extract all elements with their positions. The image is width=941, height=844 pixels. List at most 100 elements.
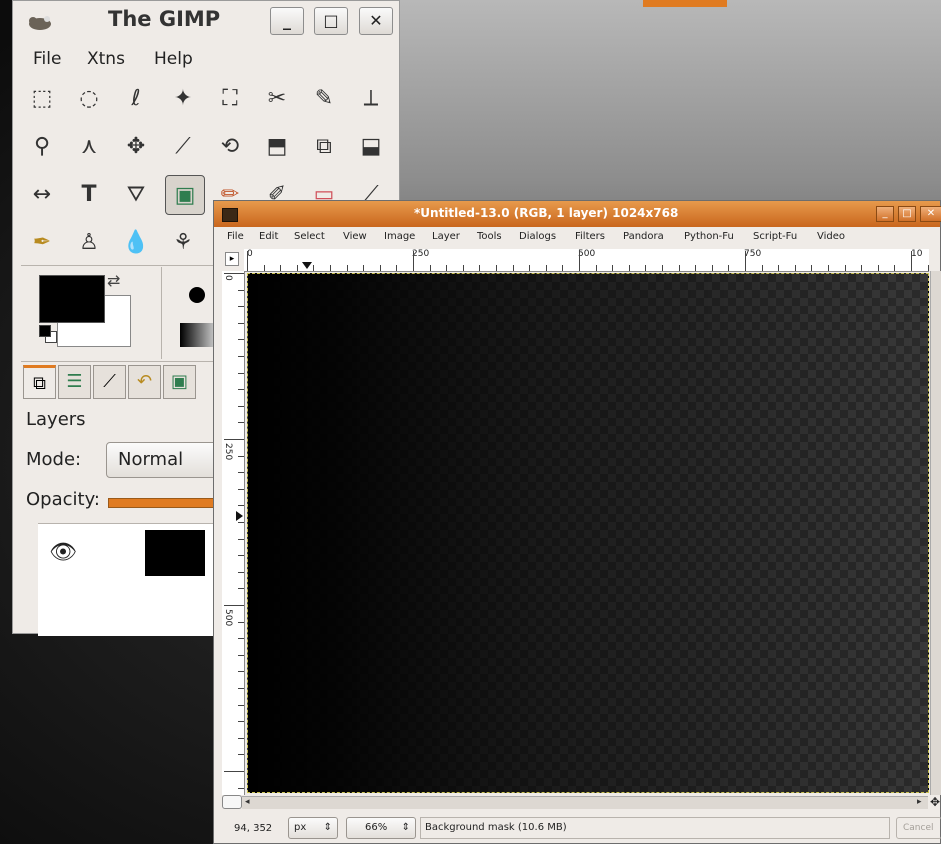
img-menu-dialogs[interactable]: Dialogs [519,231,556,242]
hruler-tick [313,265,315,271]
navigate-icon[interactable]: ✥ [930,795,941,809]
chevron-updown-icon: ⇕ [323,822,332,833]
tab-channels[interactable]: ☰ [58,365,91,399]
layer-thumbnail [145,530,205,576]
swap-colors-icon[interactable]: ⇄ [107,271,120,290]
img-menu-python-fu[interactable]: Python-Fu [684,231,734,242]
vruler-tick [238,638,244,640]
bucket-fill-tool-icon[interactable]: ⛛ [116,175,156,215]
move-tool-icon[interactable]: ✥ [116,127,156,167]
horizontal-ruler[interactable]: 0 250 500 750 10 [244,249,929,272]
img-menu-layer[interactable]: Layer [432,231,460,242]
blend-tool-icon[interactable]: ▣ [165,175,205,215]
vruler-tick [238,289,244,291]
flip-tool-icon[interactable]: ↔ [22,175,62,215]
hruler-tick [479,265,481,271]
shear-tool-icon[interactable]: ⧉ [304,127,344,167]
fuzzy-select-tool-icon[interactable]: ✦ [163,79,203,119]
menu-help[interactable]: Help [154,49,193,69]
img-menu-file[interactable]: File [227,231,244,242]
vertical-ruler[interactable]: 0 250 500 [222,271,245,795]
layer-row[interactable]: 👁 [38,524,238,580]
scroll-left-icon[interactable]: ◂ [245,797,250,807]
image-maximize-button[interactable]: □ [898,206,916,222]
horizontal-scrollbar[interactable]: ◂ ▸ [242,796,928,809]
hruler-tick [811,265,813,271]
image-close-button[interactable]: ✕ [920,206,941,222]
scale-tool-icon[interactable]: ⬒ [257,127,297,167]
hruler-tick [794,265,796,271]
clone-tool-icon[interactable]: ♙ [69,223,109,263]
color-select-tool-icon[interactable]: ⛶ [210,79,250,119]
vruler-tick [238,704,244,706]
vruler-tick [238,356,244,357]
cancel-button[interactable]: Cancel [896,817,941,839]
unit-value: px [294,822,307,833]
img-menu-view[interactable]: View [343,231,367,242]
hruler-tick [662,265,663,271]
vruler-label: 0 [223,275,233,281]
smudge-tool-icon[interactable]: ⚘ [163,223,203,263]
zoom-tool-icon[interactable]: ⚲ [22,127,62,167]
menu-xtns[interactable]: Xtns [87,49,125,69]
eye-visibility-icon[interactable]: 👁 [49,540,77,565]
blur-tool-icon[interactable]: 💧 [116,223,156,263]
default-colors-icon[interactable] [39,325,51,337]
hruler-tick [761,265,763,271]
vruler-label: 250 [223,443,233,461]
image-window-title: *Untitled-13.0 (RGB, 1 layer) 1024x768 [414,206,679,220]
minimize-button[interactable]: _ [270,7,304,35]
hruler-tick [512,265,514,271]
rotate-tool-icon[interactable]: ⟲ [210,127,250,167]
img-menu-filters[interactable]: Filters [575,231,605,242]
text-tool-icon[interactable]: T [69,175,109,215]
tab-undo[interactable]: ↶ [128,365,161,399]
ink-tool-icon[interactable]: ✒ [22,223,62,263]
scissors-tool-icon[interactable]: ✂ [257,79,297,119]
crop-tool-icon[interactable]: ⟋ [163,127,203,167]
menu-file[interactable]: File [33,49,61,69]
image-canvas[interactable] [247,273,929,793]
image-menu-button[interactable]: ▸ [225,252,239,266]
unit-select[interactable]: px ⇕ [288,817,338,839]
hruler-tick [562,265,564,271]
foreground-color-swatch[interactable] [39,275,105,323]
mode-label: Mode: [26,449,82,470]
vertical-scrollbar[interactable] [930,271,941,795]
img-menu-video[interactable]: Video [817,231,845,242]
gimp-logo-icon [29,16,51,30]
hruler-tick [911,251,912,271]
desktop-panel-tab[interactable] [643,0,727,7]
lasso-tool-icon[interactable]: ℓ [116,79,156,119]
hruler-tick [363,265,365,271]
perspective-tool-icon[interactable]: ⬓ [351,127,391,167]
brush-preview[interactable] [189,287,205,303]
hruler-tick [280,265,282,271]
close-button[interactable]: ✕ [359,7,393,35]
img-menu-edit[interactable]: Edit [259,231,278,242]
img-menu-select[interactable]: Select [294,231,325,242]
scroll-right-icon[interactable]: ▸ [917,797,922,807]
hruler-label: 250 [412,249,430,259]
color-picker-tool-icon[interactable]: ⟂ [351,79,391,119]
vruler-tick [238,488,244,490]
image-window-titlebar[interactable]: *Untitled-13.0 (RGB, 1 layer) 1024x768 _… [214,201,941,227]
quick-mask-toggle[interactable] [222,795,242,809]
ellipse-select-tool-icon[interactable]: ◌ [69,79,109,119]
img-menu-image[interactable]: Image [384,231,415,242]
img-menu-pandora[interactable]: Pandora [623,231,664,242]
zoom-select[interactable]: 66% ⇕ [346,817,416,839]
measure-tool-icon[interactable]: ⋏ [69,127,109,167]
maximize-button[interactable]: □ [314,7,348,35]
tab-layers[interactable]: ⧉ [23,365,56,399]
tab-paths[interactable]: ⟋ [93,365,126,399]
img-menu-tools[interactable]: Tools [477,231,502,242]
paths-tool-icon[interactable]: ✎ [304,79,344,119]
opacity-slider[interactable] [108,498,230,508]
rect-select-tool-icon[interactable]: ⬚ [22,79,62,119]
tab-gradients[interactable]: ▣ [163,365,196,399]
img-menu-script-fu[interactable]: Script-Fu [753,231,797,242]
toolbox-titlebar[interactable]: The GIMP _ □ ✕ [13,1,399,41]
image-window-icon [222,208,238,222]
image-minimize-button[interactable]: _ [876,206,894,222]
